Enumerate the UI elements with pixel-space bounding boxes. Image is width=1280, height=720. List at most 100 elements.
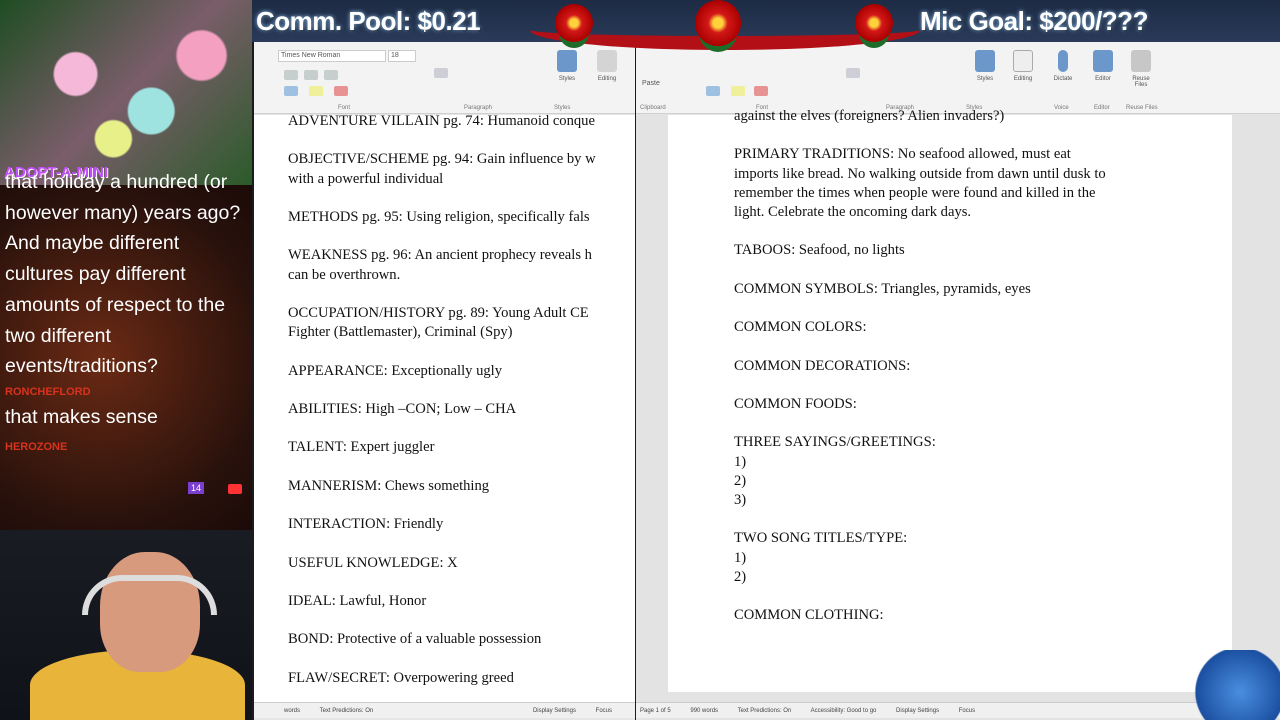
editing-button[interactable]: Editing <box>1008 50 1038 82</box>
document-page[interactable]: against the elves (foreigners? Alien inv… <box>668 108 1232 692</box>
document-line: 2) <box>734 568 747 585</box>
italic-icon[interactable] <box>304 70 318 80</box>
document-line: 3) <box>734 492 747 509</box>
underline-icon[interactable] <box>324 70 338 80</box>
document-line: METHODS pg. 95: Using religion, specific… <box>288 209 590 226</box>
bold-icon[interactable] <box>284 70 298 80</box>
dragon-mascot <box>1180 650 1280 720</box>
document-line: Fighter (Battlemaster), Criminal (Spy) <box>288 324 513 341</box>
document-line: WEAKNESS pg. 96: An ancient prophecy rev… <box>288 247 592 264</box>
display-settings[interactable]: Display Settings <box>533 708 576 714</box>
word-count: 990 words <box>690 708 719 714</box>
styles-button[interactable]: Styles <box>970 50 1000 82</box>
styles-button[interactable]: Styles <box>552 50 582 82</box>
display-settings[interactable]: Display Settings <box>896 708 939 714</box>
text-effects-icon[interactable] <box>706 86 720 96</box>
page-count: Page 1 of 5 <box>640 708 671 714</box>
status-bar-left: words Text Predictions: On Display Setti… <box>254 702 635 718</box>
font-color-icon[interactable] <box>334 86 348 96</box>
document-line: COMMON DECORATIONS: <box>734 357 911 374</box>
editing-button[interactable]: Editing <box>592 50 622 82</box>
mic-goal: Mic Goal: $200/??? <box>920 6 1148 36</box>
chat-message: that holiday a hundred (or however many)… <box>5 171 241 378</box>
highlight-icon[interactable] <box>731 86 745 96</box>
chat-username: RONCHEFLORD <box>5 385 91 398</box>
document-line: with a powerful individual <box>288 170 444 187</box>
document-line: INTERACTION: Friendly <box>288 516 444 533</box>
highlight-icon[interactable] <box>309 86 323 96</box>
document-line: COMMON CLOTHING: <box>734 607 884 624</box>
chat-message: that makes sense <box>5 405 158 428</box>
word-count: words <box>284 708 301 714</box>
document-line: ADVENTURE VILLAIN pg. 74: Humanoid conqu… <box>288 113 595 129</box>
document-line: COMMON SYMBOLS: Triangles, pyramids, eye… <box>734 280 1031 297</box>
document-line: TWO SONG TITLES/TYPE: <box>734 530 908 547</box>
accessibility-status[interactable]: Accessibility: Good to go <box>811 708 877 714</box>
align-left-icon[interactable] <box>846 68 860 78</box>
document-line: MANNERISM: Chews something <box>288 477 490 494</box>
document-page[interactable]: ADVENTURE VILLAIN pg. 74: Humanoid conqu… <box>254 113 635 702</box>
document-line: 1) <box>734 549 747 566</box>
document-line: 1) <box>734 453 747 470</box>
document-line: remember the times when people were foun… <box>734 184 1096 201</box>
text-predictions[interactable]: Text Predictions: On <box>738 708 792 714</box>
font-size-select[interactable]: 18 <box>388 50 416 62</box>
dictate-button[interactable]: Dictate <box>1048 50 1078 82</box>
camera-icon <box>228 484 242 494</box>
headphones <box>82 575 217 615</box>
document-line: TALENT: Expert juggler <box>288 439 435 456</box>
group-styles: Styles <box>554 105 571 111</box>
document-line: BOND: Protective of a valuable possessio… <box>288 631 542 648</box>
text-predictions[interactable]: Text Predictions: On <box>320 708 374 714</box>
word-window-left: Times New Roman 18 Styles Editing Font P… <box>254 42 635 720</box>
document-text: against the elves (foreigners? Alien inv… <box>734 107 1106 625</box>
focus-button[interactable]: Focus <box>596 708 612 714</box>
group-reuse-files: Reuse Files <box>1126 105 1158 111</box>
text-effects-icon[interactable] <box>284 86 298 96</box>
document-line: USEFUL KNOWLEDGE: X <box>288 554 458 571</box>
editor-button[interactable]: Editor <box>1088 50 1118 82</box>
poinsettia-decoration <box>855 4 893 42</box>
community-pool: Comm. Pool: $0.21 <box>256 6 481 36</box>
document-line: IDEAL: Lawful, Honor <box>288 593 427 610</box>
font-color-icon[interactable] <box>754 86 768 96</box>
reuse-files-button[interactable]: Reuse Files <box>1126 50 1156 88</box>
font-name-select[interactable]: Times New Roman <box>278 50 386 62</box>
group-clipboard: Clipboard <box>640 105 666 111</box>
document-line: FLAW/SECRET: Overpowering greed <box>288 669 514 686</box>
document-line: against the elves (foreigners? Alien inv… <box>734 108 1005 124</box>
chat-username: HEROZONE <box>5 440 68 453</box>
document-line: TABOOS: Seafood, no lights <box>734 242 905 259</box>
ribbon-right: Paste Styles Editing Dictate Editor Reus… <box>636 42 1280 114</box>
capsule-toys-image <box>0 0 252 185</box>
document-line: OCCUPATION/HISTORY pg. 89: Young Adult C… <box>288 305 589 322</box>
paste-button[interactable]: Paste <box>642 80 660 87</box>
document-line: 2) <box>734 472 747 489</box>
align-left-icon[interactable] <box>434 68 448 78</box>
chat-overlay: that holiday a hundred (or however many)… <box>0 171 252 530</box>
document-line: APPEARANCE: Exceptionally ugly <box>288 362 503 379</box>
focus-button[interactable]: Focus <box>959 708 975 714</box>
group-paragraph: Paragraph <box>464 105 493 111</box>
ribbon-left: Times New Roman 18 Styles Editing Font P… <box>254 42 635 114</box>
document-line: light. Celebrate the oncoming dark days. <box>734 204 972 221</box>
sub-badge: 14 <box>188 482 205 494</box>
